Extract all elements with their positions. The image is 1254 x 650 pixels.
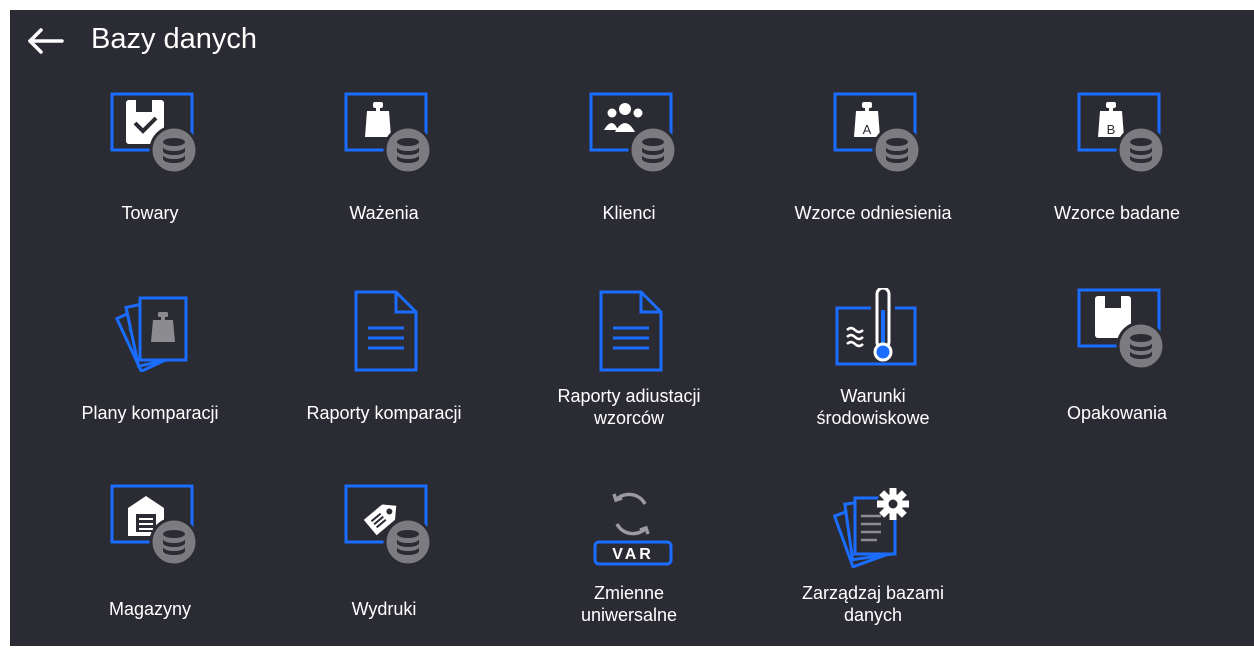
packaging-database-icon (1077, 288, 1165, 371)
tile-universal-variables[interactable]: VAR Zmienne uniwersalne (511, 402, 747, 625)
tile-ambient-conditions[interactable]: Warunki środowiskowe (755, 206, 991, 428)
reference-standards-database-icon: A (833, 92, 921, 175)
svg-text:B: B (1107, 122, 1116, 137)
tile-comparison-reports[interactable]: Raporty komparacji (266, 206, 502, 423)
printouts-database-icon (344, 484, 432, 567)
tile-label-multiline: Zmienne uniwersalne (511, 582, 747, 626)
tile-label-line1: Zmienne (593, 583, 665, 603)
ambient-conditions-icon (835, 288, 917, 366)
var-badge: VAR (612, 546, 654, 563)
tile-comparison-plans[interactable]: Plany komparacji (32, 206, 268, 423)
products-database-icon (110, 92, 198, 175)
adjustment-reports-icon (599, 290, 663, 372)
tile-label-line2: danych (843, 605, 903, 625)
warehouses-database-icon (110, 484, 198, 567)
tile-weighings[interactable]: Ważenia (266, 10, 502, 223)
tile-label-line2: uniwersalne (580, 605, 678, 625)
tile-printouts[interactable]: Wydruki (266, 402, 502, 619)
tile-label-line1: Zarządzaj bazami (801, 583, 945, 603)
tile-tested-standards[interactable]: B Wzorce badane (999, 10, 1235, 223)
tested-standards-database-icon: B (1077, 92, 1165, 175)
tile-manage-databases[interactable]: Zarządzaj bazami danych (755, 402, 991, 625)
database-screen: Bazy danych Towary Ważenia Klienci A Wzo… (10, 10, 1254, 646)
tile-label: Opakowania (1066, 403, 1168, 423)
tile-products[interactable]: Towary (32, 10, 268, 223)
comparison-reports-icon (354, 290, 418, 372)
tile-packaging[interactable]: Opakowania (999, 206, 1235, 423)
svg-text:A: A (863, 122, 872, 137)
tile-customers[interactable]: Klienci (511, 10, 747, 223)
tile-label-multiline: Zarządzaj bazami danych (755, 582, 991, 626)
tile-warehouses[interactable]: Magazyny (32, 402, 268, 619)
customers-database-icon (589, 92, 677, 175)
tile-label: Wydruki (351, 599, 417, 619)
universal-variables-icon: VAR (593, 492, 673, 566)
tile-label: Magazyny (108, 599, 192, 619)
tile-adjustment-reports[interactable]: Raporty adiustacji wzorców (511, 206, 747, 428)
tile-reference-standards[interactable]: A Wzorce odniesienia (755, 10, 991, 223)
weighings-database-icon (344, 92, 432, 175)
comparison-plans-icon (114, 296, 188, 372)
manage-databases-icon (833, 488, 909, 568)
